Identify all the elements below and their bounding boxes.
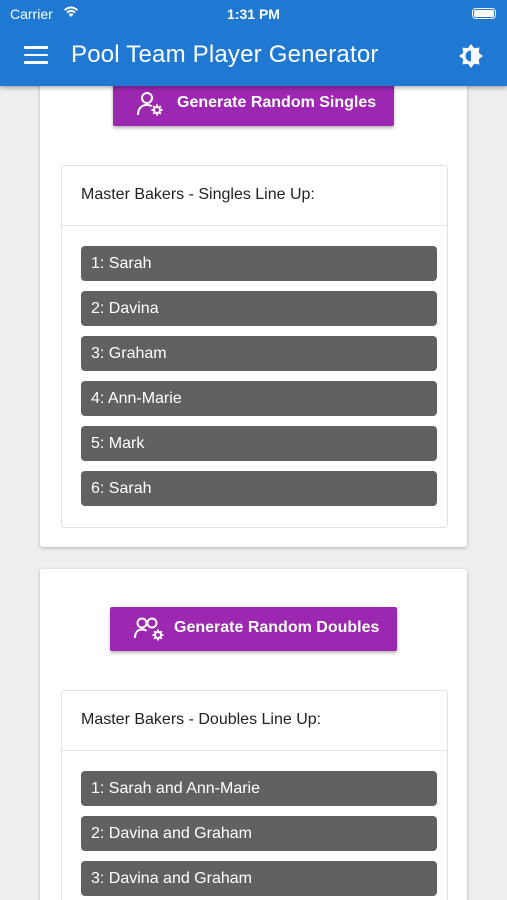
list-item: 2: Davina <box>81 291 437 326</box>
list-item: 3: Graham <box>81 336 437 371</box>
list-item: 1: Sarah and Ann-Marie <box>81 771 437 806</box>
generate-singles-button[interactable]: Generate Random Singles <box>113 86 394 126</box>
generate-doubles-button[interactable]: Generate Random Doubles <box>110 607 397 651</box>
list-item: 2: Davina and Graham <box>81 816 437 851</box>
doubles-lineup-title: Master Bakers - Doubles Line Up: <box>81 711 322 728</box>
singles-lineup-panel: Master Bakers - Singles Line Up: 1: Sara… <box>61 165 448 528</box>
users-gear-icon <box>134 617 164 641</box>
battery-icon <box>472 8 496 19</box>
list-item: 4: Ann-Marie <box>81 381 437 416</box>
brightness-icon[interactable] <box>458 43 484 69</box>
hamburger-menu-icon[interactable] <box>24 46 48 66</box>
divider <box>62 225 447 226</box>
app-title: Pool Team Player Generator <box>71 41 379 68</box>
doubles-lineup-panel: Master Bakers - Doubles Line Up: 1: Sara… <box>61 690 448 900</box>
list-item: 3: Davina and Graham <box>81 861 437 896</box>
main-content: Generate Random Singles Master Bakers - … <box>0 86 507 900</box>
generate-doubles-label: Generate Random Doubles <box>174 619 380 636</box>
list-item: 1: Sarah <box>81 246 437 281</box>
singles-lineup-title: Master Bakers - Singles Line Up: <box>81 186 315 203</box>
clock: 1:31 PM <box>227 6 280 22</box>
status-bar: Carrier 1:31 PM <box>0 0 507 28</box>
generate-singles-label: Generate Random Singles <box>177 94 377 111</box>
app-bar: Pool Team Player Generator <box>0 28 507 86</box>
list-item: 5: Mark <box>81 426 437 461</box>
divider <box>62 750 447 751</box>
list-item: 6: Sarah <box>81 471 437 506</box>
user-gear-icon <box>137 92 163 116</box>
